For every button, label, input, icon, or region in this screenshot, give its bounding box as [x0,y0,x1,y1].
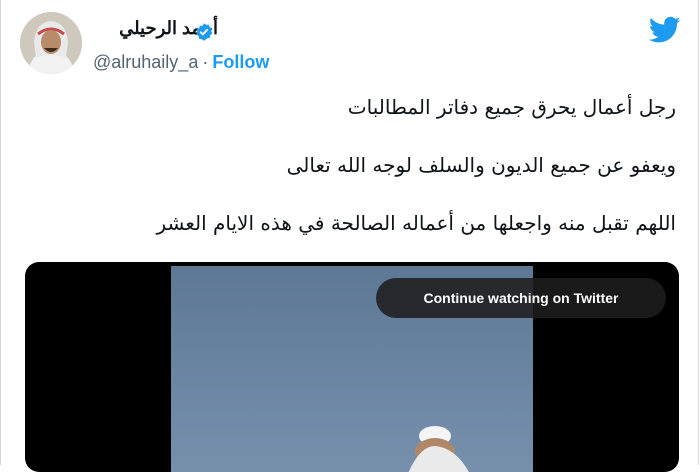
tweet-line-2: ويعفو عن جميع الديون والسلف لوجه الله تع… [286,153,676,177]
separator-dot: · [202,52,209,72]
follow-link[interactable]: Follow [212,52,269,72]
twitter-bird-icon[interactable] [649,16,681,44]
tweet-line-3: اللهم تقبل منه واجعلها من أعماله الصالحة… [156,211,676,235]
handle-row: @alruhaily_a · Follow [93,52,269,73]
continue-watching-button[interactable]: Continue watching on Twitter [376,278,666,318]
tweet-card: أحمد الرحيلي @alruhaily_a · Follow رجل أعم… [0,0,699,472]
tweet-line-1: رجل أعمال يحرق جميع دفاتر المطالبات [347,95,676,119]
avatar[interactable] [20,12,82,74]
video-player[interactable]: Continue watching on Twitter [25,262,679,472]
author-handle[interactable]: @alruhaily_a [93,52,198,72]
verified-badge-icon [196,23,213,41]
tweet-text: رجل أعمال يحرق جميع دفاتر المطالبات ويعف… [36,93,676,267]
